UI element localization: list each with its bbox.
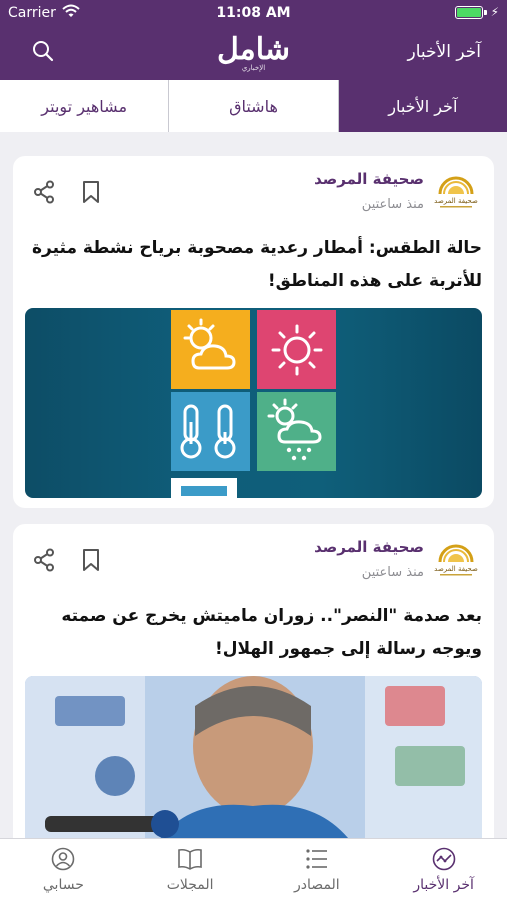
article-headline[interactable]: بعد صدمة "النصر".. زوران ماميتش يخرج عن …	[25, 600, 482, 666]
news-feed[interactable]: صحيفة المرصد صحيفة المرصد منذ ساعتين حال…	[0, 132, 507, 838]
tabbar-item-magazines[interactable]: المجلات	[127, 839, 254, 900]
news-card[interactable]: صحيفة المرصد صحيفة المرصد منذ ساعتين بعد…	[13, 524, 494, 838]
tabbar-item-account[interactable]: حسابي	[0, 839, 127, 900]
book-icon	[177, 847, 203, 875]
battery-icon	[455, 6, 483, 19]
rain-cloud-icon	[257, 392, 336, 471]
status-time: 11:08 AM	[216, 5, 291, 21]
share-icon[interactable]	[33, 548, 55, 576]
category-tabs: مشاهير تويتر هاشتاق آخر الأخبار	[0, 80, 507, 132]
tab-hashtag[interactable]: هاشتاق	[169, 80, 339, 132]
news-card[interactable]: صحيفة المرصد صحيفة المرصد منذ ساعتين حال…	[13, 156, 494, 508]
bottom-tab-bar: حسابي المجلات المصادر آخر الأخبار	[0, 838, 507, 900]
article-headline[interactable]: حالة الطقس: أمطار رعدية مصحوبة برياح نشط…	[25, 232, 482, 298]
thermometer-icon	[171, 392, 250, 471]
tabbar-label: آخر الأخبار	[413, 877, 474, 893]
source-name[interactable]: صحيفة المرصد	[314, 170, 424, 188]
source-logo-text: صحيفة المرصد	[434, 197, 478, 205]
source-logo: صحيفة المرصد	[432, 540, 480, 580]
tabbar-label: المصادر	[294, 877, 340, 893]
source-logo-text: صحيفة المرصد	[434, 565, 478, 573]
profile-icon	[51, 847, 75, 875]
partly-cloudy-icon	[171, 310, 250, 389]
tabbar-label: المجلات	[166, 877, 214, 893]
bookmark-icon[interactable]	[81, 180, 101, 208]
app-header: Carrier 11:08 AM ⚡ شامل الإخباري آخر الأ…	[0, 0, 507, 80]
tabbar-item-latest-news[interactable]: آخر الأخبار	[380, 839, 507, 900]
tile-fragment	[171, 478, 237, 498]
status-bar: Carrier 11:08 AM ⚡	[0, 0, 507, 28]
article-image[interactable]	[25, 308, 482, 498]
article-time: منذ ساعتين	[361, 565, 424, 580]
sun-icon	[257, 310, 336, 389]
tabbar-item-sources[interactable]: المصادر	[254, 839, 381, 900]
app-logo-subtitle: الإخباري	[241, 64, 266, 72]
source-name[interactable]: صحيفة المرصد	[314, 538, 424, 556]
tabbar-label: حسابي	[42, 877, 84, 893]
bookmark-icon[interactable]	[81, 548, 101, 576]
tab-twitter-celebrities[interactable]: مشاهير تويتر	[0, 80, 170, 132]
article-image[interactable]	[25, 676, 482, 838]
charging-icon: ⚡	[490, 5, 499, 19]
page-title: آخر الأخبار	[407, 42, 481, 62]
list-icon	[305, 847, 329, 875]
share-icon[interactable]	[33, 180, 55, 208]
article-time: منذ ساعتين	[361, 197, 424, 212]
tab-latest-news[interactable]: آخر الأخبار	[338, 80, 507, 132]
source-logo: صحيفة المرصد	[432, 172, 480, 212]
news-icon	[432, 847, 456, 875]
